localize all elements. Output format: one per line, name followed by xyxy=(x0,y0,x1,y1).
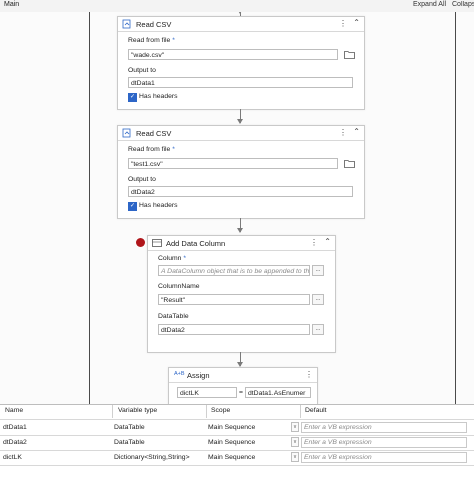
variable-scope[interactable]: Main Sequence xyxy=(208,424,255,431)
has-headers-label: Has headers xyxy=(139,202,178,209)
sequence-border-right xyxy=(455,12,456,404)
output-to-label: Output to xyxy=(128,67,156,74)
activity-header[interactable]: A+B Assign ⋮ xyxy=(169,368,317,383)
column-label: Column * xyxy=(158,255,186,262)
column-header-default[interactable]: Default xyxy=(305,407,327,414)
more-options-icon[interactable]: ⋮ xyxy=(310,238,318,247)
has-headers-checkbox[interactable]: ✓ xyxy=(128,202,137,211)
variables-panel: Name Variable type Scope Default dtData1… xyxy=(0,404,474,477)
variable-type[interactable]: Dictionary<String,String> xyxy=(114,454,190,461)
scope-dropdown[interactable]: v xyxy=(291,437,299,447)
read-from-file-input[interactable]: "wade.csv" xyxy=(128,49,338,60)
connector-arrow xyxy=(237,119,243,124)
column-input[interactable]: A DataColumn object that is to be append… xyxy=(158,265,310,276)
datatable-ellipsis-button[interactable]: ... xyxy=(312,324,324,335)
activity-header[interactable]: Read CSV ⋮ ⌃ xyxy=(118,17,364,32)
assign-icon: A+B xyxy=(174,371,185,377)
row-divider xyxy=(0,450,474,451)
data-column-icon xyxy=(152,239,162,247)
assign-to-input[interactable]: dictLK xyxy=(177,387,237,398)
default-value-placeholder: Enter a VB expression xyxy=(304,454,372,461)
column-divider xyxy=(112,405,113,418)
datatable-input[interactable]: dtData2 xyxy=(158,324,310,335)
read-from-file-label: Read from file * xyxy=(128,146,175,153)
breadcrumb-main[interactable]: Main xyxy=(4,1,19,8)
activity-title: Add Data Column xyxy=(166,239,226,248)
activity-header[interactable]: Read CSV ⋮ ⌃ xyxy=(118,126,364,141)
sequence-border-left xyxy=(89,12,90,404)
has-headers-label: Has headers xyxy=(139,93,178,100)
variable-scope[interactable]: Main Sequence xyxy=(208,454,255,461)
column-header-scope[interactable]: Scope xyxy=(211,407,230,414)
column-divider xyxy=(206,405,207,418)
output-to-label: Output to xyxy=(128,176,156,183)
column-name-ellipsis-button[interactable]: ... xyxy=(312,294,324,305)
collapse-icon[interactable]: ⌃ xyxy=(324,237,331,246)
collapse-icon[interactable]: ⌃ xyxy=(353,18,360,27)
has-headers-checkbox[interactable]: ✓ xyxy=(128,93,137,102)
scope-dropdown[interactable]: v xyxy=(291,422,299,432)
default-value-placeholder: Enter a VB expression xyxy=(304,424,372,431)
connector-arrow xyxy=(237,228,243,233)
activity-title: Assign xyxy=(187,371,210,380)
column-header-name[interactable]: Name xyxy=(5,407,23,414)
row-divider xyxy=(0,465,474,466)
column-ellipsis-button[interactable]: ... xyxy=(312,265,324,276)
column-name-label: ColumnName xyxy=(158,283,200,290)
folder-icon[interactable] xyxy=(344,159,355,168)
collapse-icon[interactable]: ⌃ xyxy=(353,127,360,136)
variable-name[interactable]: dtData1 xyxy=(3,424,27,431)
activity-header[interactable]: Add Data Column ⋮ ⌃ xyxy=(148,236,335,251)
column-header-type[interactable]: Variable type xyxy=(118,407,157,414)
scope-dropdown[interactable]: v xyxy=(291,452,299,462)
add-data-column-activity[interactable]: Add Data Column ⋮ ⌃ Column * A DataColum… xyxy=(147,235,336,353)
activity-title: Read CSV xyxy=(136,20,172,29)
row-divider xyxy=(0,435,474,436)
more-options-icon[interactable]: ⋮ xyxy=(339,128,347,137)
assign-activity[interactable]: A+B Assign ⋮ dictLK = dtData1.AsEnumer xyxy=(168,367,318,404)
csv-file-icon xyxy=(122,19,131,29)
csv-file-icon xyxy=(122,128,131,138)
variable-scope[interactable]: Main Sequence xyxy=(208,439,255,446)
read-csv-activity-1[interactable]: Read CSV ⋮ ⌃ Read from file * "wade.csv"… xyxy=(117,16,365,110)
variable-type[interactable]: DataTable xyxy=(114,424,145,431)
column-name-input[interactable]: "Result" xyxy=(158,294,310,305)
expand-all-link[interactable]: Expand All xyxy=(413,1,446,8)
designer-toolbar: Main Expand All Collapse All xyxy=(0,0,474,12)
read-csv-activity-2[interactable]: Read CSV ⋮ ⌃ Read from file * "test1.csv… xyxy=(117,125,365,219)
variable-type[interactable]: DataTable xyxy=(114,439,145,446)
header-divider xyxy=(0,419,474,420)
collapse-all-link[interactable]: Collapse All xyxy=(452,1,474,8)
folder-icon[interactable] xyxy=(344,50,355,59)
activity-title: Read CSV xyxy=(136,129,172,138)
assign-value-input[interactable]: dtData1.AsEnumer xyxy=(245,387,311,398)
more-options-icon[interactable]: ⋮ xyxy=(305,370,313,379)
designer-canvas[interactable]: Read CSV ⋮ ⌃ Read from file * "wade.csv"… xyxy=(0,12,474,404)
read-from-file-input[interactable]: "test1.csv" xyxy=(128,158,338,169)
column-divider xyxy=(300,405,301,418)
variable-name[interactable]: dtData2 xyxy=(3,439,27,446)
more-options-icon[interactable]: ⋮ xyxy=(339,19,347,28)
output-to-input[interactable]: dtData2 xyxy=(128,186,353,197)
connector-arrow xyxy=(237,12,243,14)
datatable-label: DataTable xyxy=(158,313,189,320)
breakpoint-marker[interactable] xyxy=(136,238,145,247)
equals-sign: = xyxy=(239,389,243,396)
variable-name[interactable]: dictLK xyxy=(3,454,22,461)
read-from-file-label: Read from file * xyxy=(128,37,175,44)
output-to-input[interactable]: dtData1 xyxy=(128,77,353,88)
default-value-placeholder: Enter a VB expression xyxy=(304,439,372,446)
